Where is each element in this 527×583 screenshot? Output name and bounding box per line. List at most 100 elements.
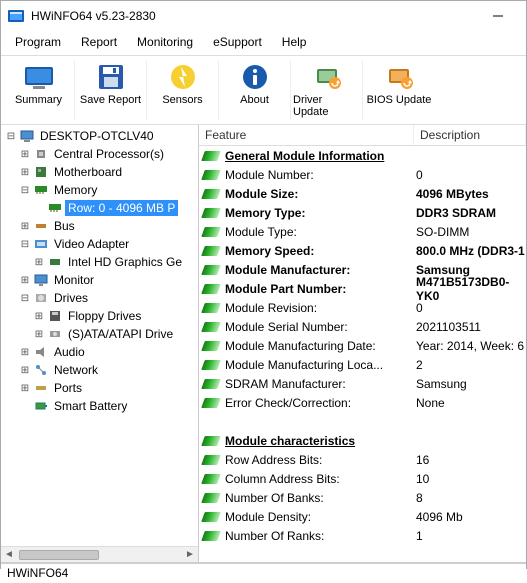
toolbar-driver-update[interactable]: Driver Update — [291, 60, 363, 120]
row-module-type[interactable]: Module Type:SO-DIMM — [199, 222, 526, 241]
tree-intel-hd[interactable]: ⊞ Intel HD Graphics Ge — [3, 253, 198, 271]
tree-ports-label: Ports — [51, 380, 85, 396]
network-icon — [33, 362, 49, 378]
tree-motherboard[interactable]: ⊞ Motherboard — [3, 163, 198, 181]
row-col-addr-bits[interactable]: Column Address Bits:10 — [199, 469, 526, 488]
row-module-serial[interactable]: Module Serial Number:2021103511 — [199, 317, 526, 336]
tree-cpu-label: Central Processor(s) — [51, 146, 167, 162]
column-description[interactable]: Description — [414, 125, 526, 145]
toolbar-summary-label: Summary — [15, 94, 62, 106]
row-module-mfg-loc[interactable]: Module Manufacturing Loca...2 — [199, 355, 526, 374]
tree-motherboard-label: Motherboard — [51, 164, 125, 180]
tree-audio-label: Audio — [51, 344, 88, 360]
memory-stick-icon — [201, 322, 221, 332]
row-row-addr-bits[interactable]: Row Address Bits:16 — [199, 450, 526, 469]
details-panel[interactable]: Feature Description General Module Infor… — [199, 125, 526, 562]
column-feature[interactable]: Feature — [199, 125, 414, 145]
monitor-icon — [33, 272, 49, 288]
tree-memory[interactable]: ⊟ Memory — [3, 181, 198, 199]
tree-battery[interactable]: Smart Battery — [3, 397, 198, 415]
tree-sata-label: (S)ATA/ATAPI Drive — [65, 326, 176, 342]
tree-memory-row[interactable]: Row: 0 - 4096 MB P — [3, 199, 198, 217]
minimize-button[interactable] — [476, 2, 520, 30]
expand-icon[interactable]: ⊞ — [19, 221, 31, 232]
tree-video-label: Video Adapter — [51, 236, 132, 252]
menu-program[interactable]: Program — [7, 33, 69, 51]
tree-drives[interactable]: ⊟ Drives — [3, 289, 198, 307]
status-bar: HWiNFO64 — [1, 563, 526, 583]
bus-icon — [33, 218, 49, 234]
toolbar-summary[interactable]: Summary — [3, 60, 75, 120]
ports-icon — [33, 380, 49, 396]
tree-bus[interactable]: ⊞ Bus — [3, 217, 198, 235]
row-module-part-number[interactable]: Module Part Number:M471B5173DB0-YK0 — [199, 279, 526, 298]
cpu-icon — [33, 146, 49, 162]
toolbar-sensors[interactable]: Sensors — [147, 60, 219, 120]
row-memory-speed[interactable]: Memory Speed:800.0 MHz (DDR3-1 — [199, 241, 526, 260]
expand-icon[interactable]: ⊞ — [19, 275, 31, 286]
computer-icon — [19, 128, 35, 144]
menu-monitoring[interactable]: Monitoring — [129, 33, 201, 51]
driver-update-icon — [310, 62, 344, 92]
tree-network[interactable]: ⊞ Network — [3, 361, 198, 379]
tree-horizontal-scrollbar[interactable]: ◄ ► — [1, 546, 198, 562]
tree-floppy[interactable]: ⊞ Floppy Drives — [3, 307, 198, 325]
expand-icon[interactable]: ⊞ — [19, 149, 31, 160]
row-module-number[interactable]: Module Number:0 — [199, 165, 526, 184]
toolbar-save-report[interactable]: Save Report — [75, 60, 147, 120]
memory-stick-icon — [201, 455, 221, 465]
collapse-icon[interactable]: ⊟ — [19, 185, 31, 196]
collapse-icon[interactable]: ⊟ — [5, 131, 17, 142]
row-error-check[interactable]: Error Check/Correction:None — [199, 393, 526, 412]
menu-esupport[interactable]: eSupport — [205, 33, 270, 51]
expand-icon[interactable]: ⊞ — [19, 365, 31, 376]
expand-icon[interactable]: ⊞ — [19, 383, 31, 394]
toolbar-about[interactable]: About — [219, 60, 291, 120]
scroll-thumb[interactable] — [19, 550, 99, 560]
tree-audio[interactable]: ⊞ Audio — [3, 343, 198, 361]
scroll-right-icon[interactable]: ► — [182, 549, 198, 560]
tree-root[interactable]: ⊟ DESKTOP-OTCLV40 — [3, 127, 198, 145]
expand-icon[interactable]: ⊞ — [19, 167, 31, 178]
memory-stick-icon — [201, 512, 221, 522]
row-num-banks[interactable]: Number Of Banks:8 — [199, 488, 526, 507]
collapse-icon[interactable]: ⊟ — [19, 293, 31, 304]
section-characteristics[interactable]: Module characteristics — [199, 431, 526, 450]
tree-monitor[interactable]: ⊞ Monitor — [3, 271, 198, 289]
row-module-revision[interactable]: Module Revision:0 — [199, 298, 526, 317]
row-memory-type[interactable]: Memory Type:DDR3 SDRAM — [199, 203, 526, 222]
memory-stick-icon — [201, 227, 221, 237]
row-sdram-manufacturer[interactable]: SDRAM Manufacturer:Samsung — [199, 374, 526, 393]
memory-row-icon — [47, 200, 63, 216]
tree-video[interactable]: ⊟ Video Adapter — [3, 235, 198, 253]
row-module-mfg-date[interactable]: Module Manufacturing Date:Year: 2014, We… — [199, 336, 526, 355]
tree-cpu[interactable]: ⊞ Central Processor(s) — [3, 145, 198, 163]
toolbar-bios-update[interactable]: BIOS Update — [363, 60, 435, 120]
title-bar: HWiNFO64 v5.23-2830 — [1, 1, 526, 31]
bios-update-icon — [382, 62, 416, 92]
gpu-icon — [47, 254, 63, 270]
expand-icon[interactable]: ⊞ — [33, 329, 45, 340]
summary-icon — [22, 62, 56, 92]
memory-stick-icon — [201, 284, 221, 294]
memory-stick-icon — [201, 246, 221, 256]
row-module-size[interactable]: Module Size:4096 MBytes — [199, 184, 526, 203]
menu-bar: Program Report Monitoring eSupport Help — [1, 31, 526, 55]
scroll-left-icon[interactable]: ◄ — [1, 549, 17, 560]
menu-report[interactable]: Report — [73, 33, 125, 51]
expand-icon[interactable]: ⊞ — [33, 311, 45, 322]
memory-stick-icon — [201, 531, 221, 541]
tree-sata[interactable]: ⊞ (S)ATA/ATAPI Drive — [3, 325, 198, 343]
expand-icon[interactable]: ⊞ — [33, 257, 45, 268]
video-icon — [33, 236, 49, 252]
row-num-ranks[interactable]: Number Of Ranks:1 — [199, 526, 526, 545]
app-icon — [7, 7, 25, 25]
tree-memory-row-label: Row: 0 - 4096 MB P — [65, 200, 178, 216]
row-module-density[interactable]: Module Density:4096 Mb — [199, 507, 526, 526]
expand-icon[interactable]: ⊞ — [19, 347, 31, 358]
tree-ports[interactable]: ⊞ Ports — [3, 379, 198, 397]
section-general[interactable]: General Module Information — [199, 146, 526, 165]
collapse-icon[interactable]: ⊟ — [19, 239, 31, 250]
menu-help[interactable]: Help — [274, 33, 315, 51]
tree-panel[interactable]: ⊟ DESKTOP-OTCLV40 ⊞ Central Processor(s)… — [1, 125, 199, 562]
